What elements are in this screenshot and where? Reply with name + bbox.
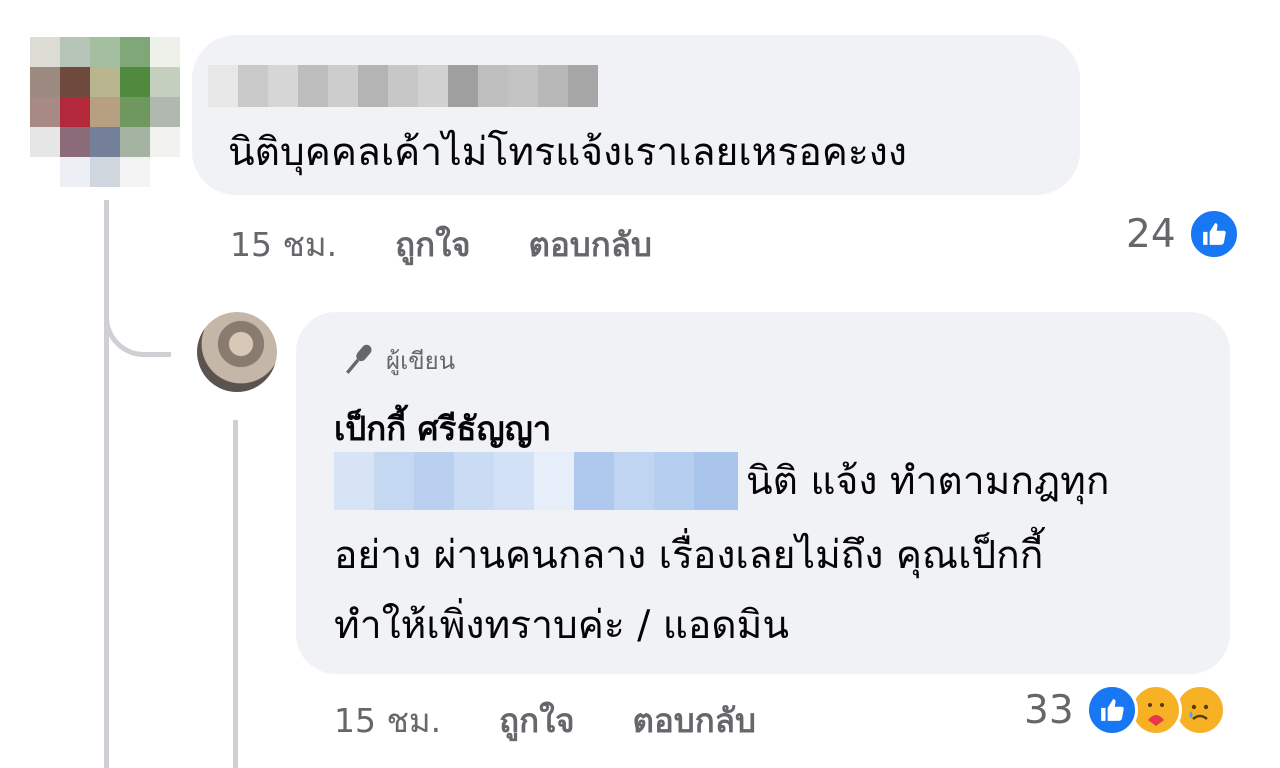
comment-timestamp[interactable]: 15 ชม.	[230, 218, 337, 271]
avatar[interactable]	[20, 22, 190, 200]
author-badge: ผู้เขียน	[338, 340, 455, 380]
comment-actions: 15 ชม. ถูกใจ ตอบกลับ	[230, 218, 652, 271]
reply-text-line-3: ทำให้เพิ่งทราบค่ะ / แอดมิน	[334, 603, 789, 648]
like-button[interactable]: ถูกใจ	[395, 218, 470, 271]
reply-reaction-count: 33	[1024, 687, 1074, 733]
reaction-count: 24	[1126, 211, 1176, 257]
thread-line-main	[104, 200, 109, 768]
author-avatar[interactable]	[197, 312, 277, 392]
commenter-name-redacted	[208, 65, 598, 107]
comment-bubble: นิติบุคคลเค้าไม่โทรแจ้งเราเลยเหรอคะงง	[192, 35, 1080, 195]
reply-reaction-summary[interactable]: 33	[1024, 684, 1226, 736]
comment-text: นิติบุคคลเค้าไม่โทรแจ้งเราเลยเหรอคะงง	[228, 130, 907, 175]
reply-like-button[interactable]: ถูกใจ	[499, 694, 574, 747]
thread-line-curve	[104, 300, 171, 357]
reply-text-line-1: นิติ แจ้ง ทำตามกฎทุก	[746, 459, 1110, 504]
reply-button[interactable]: ตอบกลับ	[529, 218, 652, 271]
reply-timestamp[interactable]: 15 ชม.	[334, 694, 441, 747]
reply-reply-button[interactable]: ตอบกลับ	[633, 694, 756, 747]
reply-actions: 15 ชม. ถูกใจ ตอบกลับ	[334, 694, 756, 747]
reaction-summary[interactable]: 24	[1126, 208, 1240, 260]
reply-author-name[interactable]: เป็กกี้ ศรีธัญญา	[334, 402, 551, 455]
microphone-icon	[338, 340, 378, 380]
reply-text-line-2: อย่าง ผ่านคนกลาง เรื่องเลยไม่ถึง คุณเป็ก…	[334, 533, 1044, 578]
like-icon	[1085, 684, 1138, 736]
mention-redacted	[334, 452, 738, 510]
author-badge-label: ผู้เขียน	[386, 346, 456, 375]
like-icon	[1187, 208, 1240, 260]
thread-line-reply	[233, 420, 238, 768]
